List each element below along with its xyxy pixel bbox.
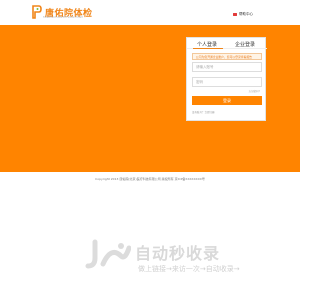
- tab-active-indicator: [193, 48, 223, 49]
- watermark: 自动秒收录 做上链接→来访一次→自动收录→: [85, 238, 285, 278]
- tab-company-login[interactable]: 企业登录: [235, 41, 255, 48]
- username-input[interactable]: 请输入账号: [192, 62, 262, 72]
- watermark-subtitle: 做上链接→来访一次→自动收录→: [138, 265, 240, 273]
- register-link[interactable]: 没有账号？立即注册: [192, 110, 215, 114]
- login-panel: 个人登录 企业登录 公司为您开通企业账户，您可以登录查看报告 请输入账号 密码 …: [186, 37, 267, 121]
- tab-personal-login[interactable]: 个人登录: [197, 41, 217, 48]
- logo-icon: [32, 5, 42, 19]
- login-notice: 公司为您开通企业账户，您可以登录查看报告: [192, 53, 262, 60]
- forgot-password-link[interactable]: 忘记密码?: [249, 89, 260, 93]
- password-input[interactable]: 密码: [192, 77, 262, 87]
- logo-subtitle: TANGYOUYUAN PHYSICAL EXAM: [43, 16, 83, 19]
- copyright-text: Copyright 2013 唐佑院(北京)医疗科技有限公司 版权所有 京ICP…: [95, 177, 205, 181]
- page-header: 唐佑院体检 TANGYOUYUAN PHYSICAL EXAM 帮助中心: [0, 0, 300, 24]
- watermark-title: 自动秒收录: [135, 244, 221, 263]
- help-icon: [233, 13, 237, 16]
- help-center-link[interactable]: 帮助中心: [233, 12, 253, 17]
- login-button[interactable]: 登录: [192, 96, 262, 105]
- watermark-logo-icon: [85, 238, 132, 276]
- help-label: 帮助中心: [239, 12, 253, 16]
- login-tabs: 个人登录 企业登录: [187, 41, 267, 51]
